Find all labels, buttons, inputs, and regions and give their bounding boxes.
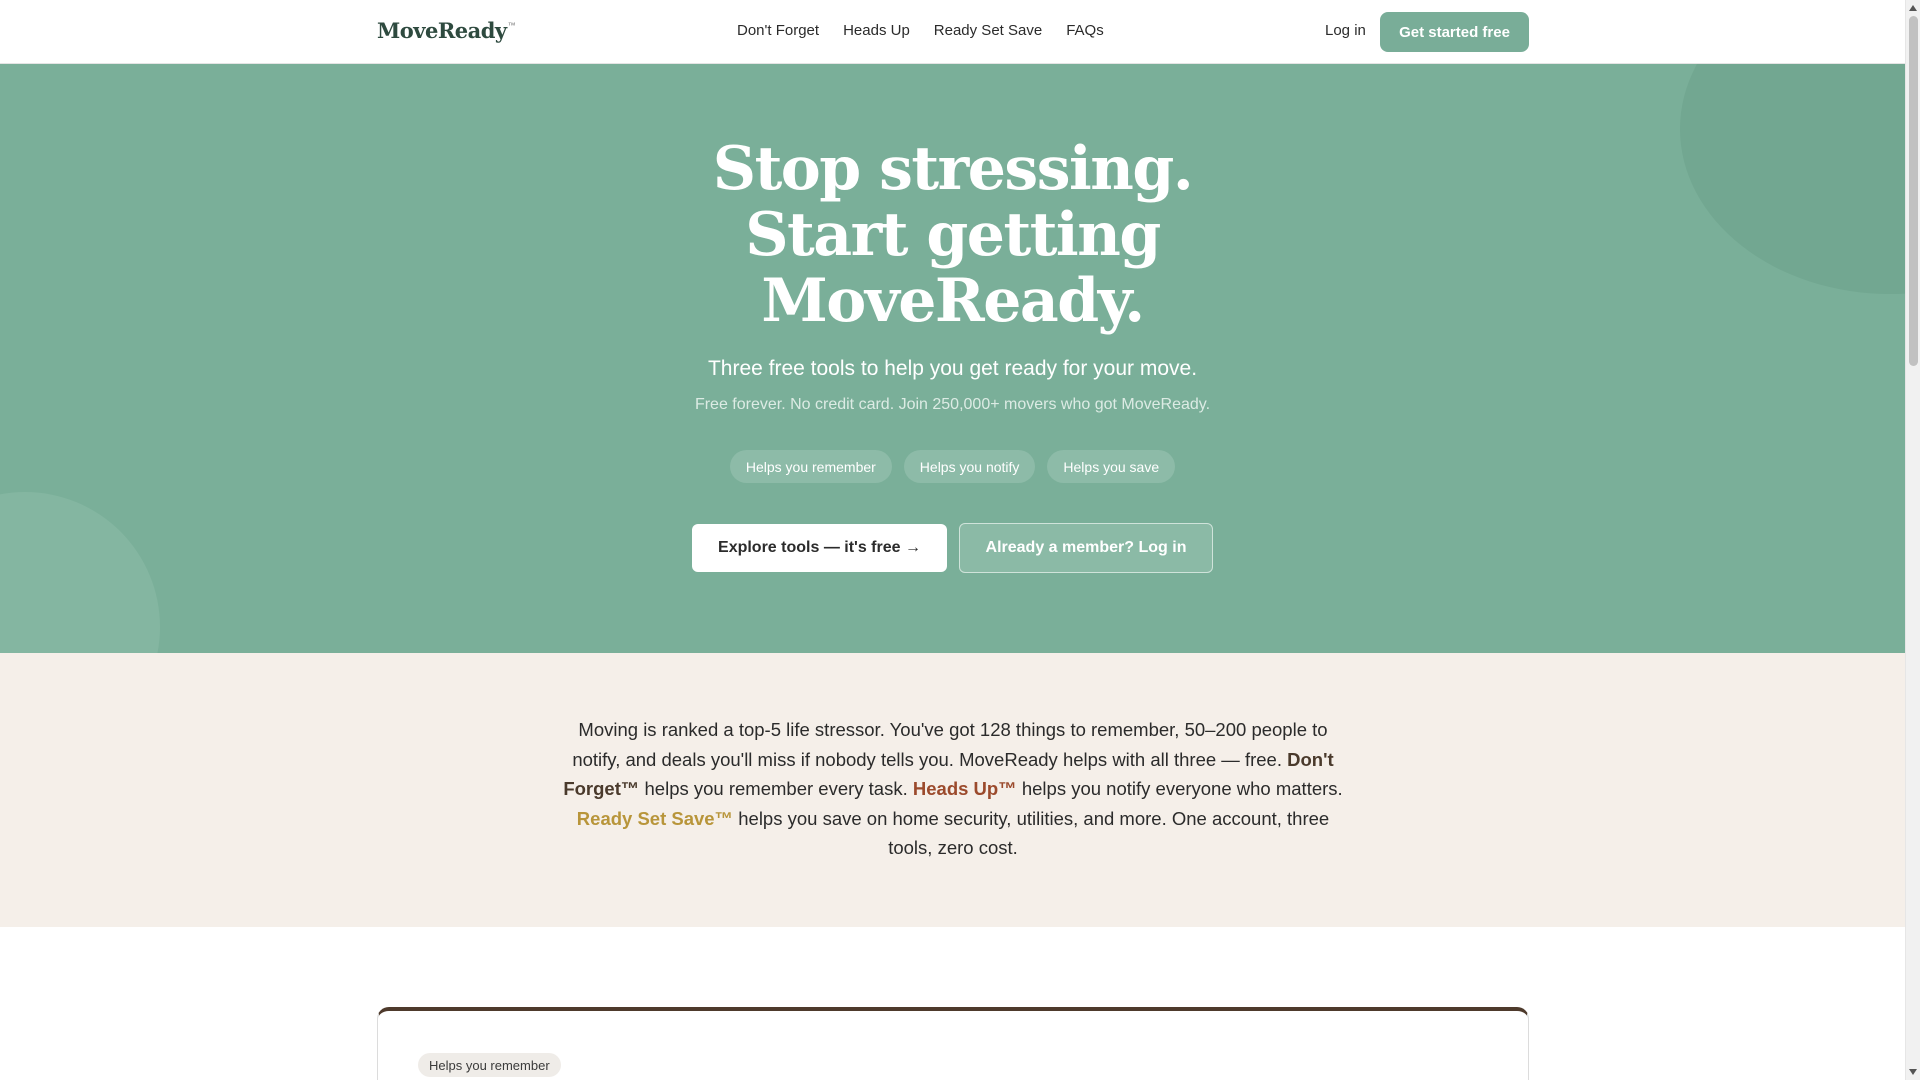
heads-up-highlight: Heads Up™ xyxy=(912,778,1017,799)
pill-notify: Helps you notify xyxy=(903,450,1036,483)
scrollbar-thumb[interactable] xyxy=(1909,16,1918,366)
logo[interactable]: MoveReady™ xyxy=(377,18,516,43)
intro-text-3: helps you notify everyone who matters. xyxy=(1016,778,1343,799)
page: MoveReady™ Don't Forget Heads Up Ready S… xyxy=(0,0,1905,1080)
hero-title: Stop stressing. Start getting MoveReady. xyxy=(0,136,1905,334)
pill-save: Helps you save xyxy=(1047,450,1176,483)
decorative-circle-bottom-left xyxy=(0,492,160,653)
nav-heads-up[interactable]: Heads Up xyxy=(843,22,910,39)
hero-title-line-1: Stop stressing. xyxy=(712,134,1194,204)
hero-section: Stop stressing. Start getting MoveReady.… xyxy=(0,64,1905,653)
intro-section: Moving is ranked a top-5 life stressor. … xyxy=(0,653,1905,927)
logo-trademark: ™ xyxy=(507,21,516,30)
site-header: MoveReady™ Don't Forget Heads Up Ready S… xyxy=(0,0,1905,64)
hero-title-line-3: MoveReady. xyxy=(761,266,1145,336)
main-nav: Don't Forget Heads Up Ready Set Save FAQ… xyxy=(737,22,1104,39)
member-login-button[interactable]: Already a member? Log in xyxy=(959,523,1213,573)
hero-buttons: Explore tools — it's free → Already a me… xyxy=(692,523,1213,573)
login-link[interactable]: Log in xyxy=(1325,22,1366,39)
hero-title-line-2: Start getting xyxy=(745,200,1161,270)
nav-ready-set-save[interactable]: Ready Set Save xyxy=(934,22,1042,39)
scroll-down-arrow-icon[interactable] xyxy=(1909,1069,1917,1075)
card-category-pill: Helps you remember xyxy=(418,1053,561,1077)
explore-tools-button[interactable]: Explore tools — it's free → xyxy=(692,524,947,572)
intro-text-4: helps you save on home security, utiliti… xyxy=(733,807,1330,859)
feature-pills: Helps you remember Helps you notify Help… xyxy=(0,450,1905,483)
hero-note: Free forever. No credit card. Join 250,0… xyxy=(694,396,1211,413)
scroll-up-arrow-icon[interactable] xyxy=(1909,5,1917,11)
logo-text: MoveReady xyxy=(377,18,507,43)
get-started-button[interactable]: Get started free xyxy=(1380,12,1529,52)
tool-card-dont-forget: Helps you remember xyxy=(377,1007,1529,1080)
intro-paragraph: Moving is ranked a top-5 life stressor. … xyxy=(560,715,1346,863)
hero-subtitle: Three free tools to help you get ready f… xyxy=(707,357,1198,380)
intro-text-2: helps you remember every task. xyxy=(639,778,913,799)
ready-set-save-highlight: Ready Set Save™ xyxy=(576,807,734,829)
nav-faqs[interactable]: FAQs xyxy=(1066,22,1104,39)
vertical-scrollbar[interactable] xyxy=(1905,0,1920,1080)
nav-dont-forget[interactable]: Don't Forget xyxy=(737,22,819,39)
intro-text-1: Moving is ranked a top-5 life stressor. … xyxy=(572,719,1328,770)
pill-remember: Helps you remember xyxy=(729,450,892,483)
